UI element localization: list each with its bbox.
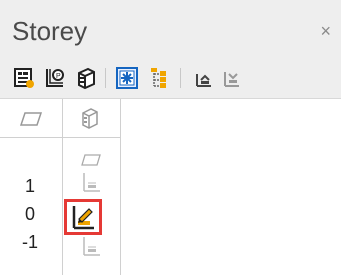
storey-grid: 1 0 -1 (0, 99, 121, 275)
storey-move-up-icon[interactable] (192, 66, 216, 90)
close-icon[interactable]: × (320, 22, 331, 40)
panel-titlebar: Storey × (0, 0, 341, 58)
storey-panel: Storey × P 1 0 -1 (0, 0, 341, 275)
3d-view-header-icon[interactable] (79, 107, 101, 134)
storey-move-down-icon[interactable] (220, 66, 244, 90)
current-storey-edit-icon (72, 206, 94, 230)
storey-3d-view-icon[interactable] (74, 66, 98, 90)
level-label: 0 (24, 204, 35, 224)
svg-text:P: P (56, 73, 61, 80)
plan-row-icon[interactable] (80, 153, 102, 172)
level-label: 1 (24, 176, 35, 196)
header-divider (0, 137, 120, 138)
storey-row-icon[interactable] (80, 171, 102, 198)
current-storey-selection[interactable] (64, 199, 102, 235)
storey-row-icon[interactable] (80, 235, 102, 262)
toolbar-separator (105, 68, 106, 88)
storey-settings-icon[interactable] (12, 66, 36, 90)
storey-toolbar: P (0, 58, 341, 99)
panel-title: Storey (12, 16, 88, 46)
toolbar-separator (180, 68, 181, 88)
storey-properties-icon[interactable]: P (43, 66, 67, 90)
storey-select-all-icon[interactable] (115, 66, 139, 90)
storey-tree-icon[interactable] (148, 66, 172, 90)
level-label: -1 (21, 232, 38, 252)
plan-icon[interactable] (19, 110, 43, 133)
